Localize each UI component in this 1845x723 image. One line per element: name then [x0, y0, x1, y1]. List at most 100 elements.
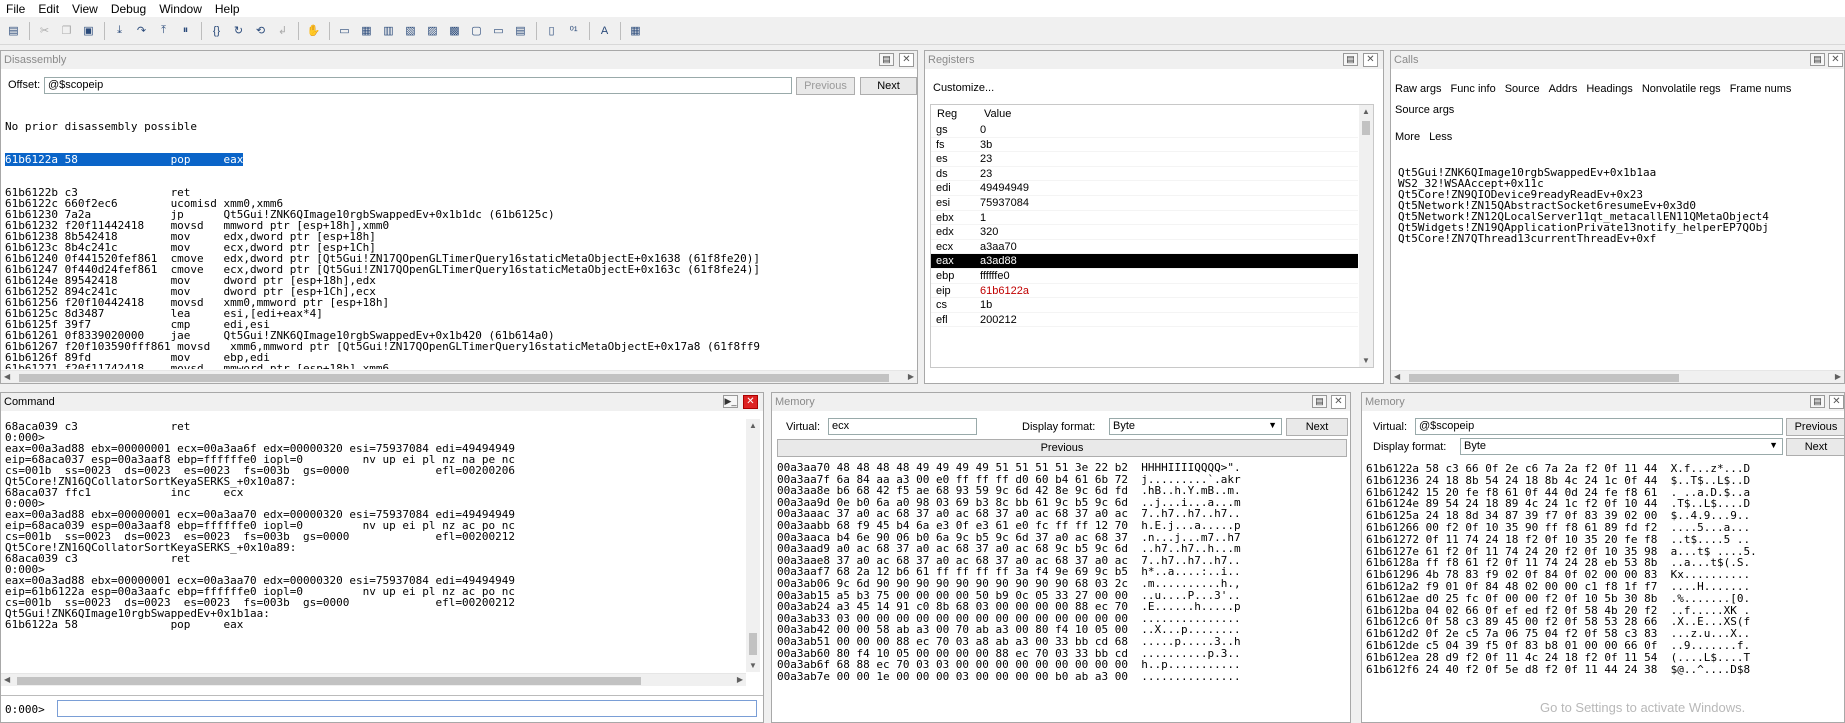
scroll-up-icon[interactable]: ▲ — [1362, 107, 1370, 116]
panel-options-icon[interactable]: ▤ — [1810, 53, 1825, 66]
registers-vscrollbar[interactable]: ▲ ▼ — [1359, 105, 1373, 367]
menu-debug[interactable]: Debug — [105, 2, 153, 16]
options-icon[interactable]: ▦ — [626, 21, 645, 40]
run-to-cursor-icon[interactable]: ↲ — [273, 21, 292, 40]
register-value[interactable]: 23 — [975, 152, 1358, 166]
register-value[interactable]: 1b — [975, 298, 1358, 312]
raw-args-button[interactable]: Raw args — [1395, 83, 1441, 95]
scroll-down-icon[interactable]: ▼ — [1362, 356, 1370, 365]
source-args-button[interactable]: Source args — [1395, 104, 1454, 116]
register-value[interactable]: 75937084 — [975, 196, 1358, 210]
panel-options-icon[interactable]: ▤ — [1343, 53, 1358, 66]
func-info-button[interactable]: Func info — [1450, 83, 1495, 95]
register-value[interactable]: 3b — [975, 138, 1358, 152]
restart-icon[interactable]: ↻ — [229, 21, 248, 40]
register-row-ebp[interactable]: ebp ffffffe0 — [931, 269, 1358, 284]
virtual-address-input[interactable]: @$scopeip — [1415, 418, 1783, 435]
addrs-button[interactable]: Addrs — [1549, 83, 1578, 95]
frame-nums-button[interactable]: Frame nums — [1730, 83, 1792, 95]
cut-icon[interactable]: ✂ — [35, 21, 54, 40]
copy-icon[interactable]: ❐ — [57, 21, 76, 40]
memory-dump[interactable]: 61b6122a 58 c3 66 0f 2e c6 7a 2a f2 0f 1… — [1366, 463, 1844, 721]
register-row-eax[interactable]: eax a3ad88 — [931, 254, 1358, 269]
source-button[interactable]: Source — [1505, 83, 1540, 95]
disassembly-icon[interactable]: ▢ — [467, 21, 486, 40]
previous-button[interactable]: Previous — [1786, 418, 1844, 436]
previous-button[interactable]: Previous — [777, 439, 1347, 457]
scroll-thumb[interactable] — [1409, 374, 1679, 382]
register-value[interactable]: a3ad88 — [975, 254, 1358, 268]
register-row-edx[interactable]: edx 320 — [931, 225, 1358, 240]
register-value[interactable]: ffffffe0 — [975, 269, 1358, 283]
scroll-thumb[interactable] — [1362, 121, 1370, 135]
panel-options-icon[interactable]: ▤ — [879, 53, 894, 66]
watch-icon[interactable]: ▦ — [357, 21, 376, 40]
register-value[interactable]: a3aa70 — [975, 240, 1358, 254]
scroll-right-icon[interactable]: ▶ — [737, 675, 743, 684]
offset-input[interactable]: @$scopeip — [44, 77, 792, 94]
memory-icon[interactable]: ▨ — [423, 21, 442, 40]
scroll-left-icon[interactable]: ◀ — [4, 372, 10, 381]
menu-file[interactable]: File — [0, 2, 32, 16]
menu-edit[interactable]: Edit — [32, 2, 66, 16]
close-icon[interactable]: ✕ — [1829, 395, 1844, 409]
virtual-address-input[interactable]: ecx — [828, 418, 977, 435]
display-format-select[interactable]: Byte ▼ — [1460, 438, 1783, 455]
scroll-right-icon[interactable]: ▶ — [1835, 372, 1841, 381]
close-icon[interactable]: ✕ — [1828, 53, 1843, 67]
registers-icon[interactable]: ▧ — [401, 21, 420, 40]
scroll-up-icon[interactable]: ▲ — [749, 421, 757, 430]
register-value[interactable]: 1 — [975, 211, 1358, 225]
previous-button[interactable]: Previous — [796, 77, 855, 95]
open-icon[interactable]: ▤ — [4, 21, 23, 40]
scroll-left-icon[interactable]: ◀ — [1394, 372, 1400, 381]
stop-icon[interactable]: ⟲ — [251, 21, 270, 40]
panel-options-icon[interactable]: ▶_ — [723, 395, 738, 408]
hex-mode-icon[interactable]: ⁰¹ — [564, 21, 583, 40]
register-row-ebx[interactable]: ebx 1 — [931, 211, 1358, 226]
command-input[interactable] — [57, 700, 757, 717]
next-button[interactable]: Next — [860, 77, 917, 95]
disassembly-hscrollbar[interactable]: ◀ ▶ — [1, 370, 917, 383]
register-value[interactable]: 200212 — [975, 313, 1358, 327]
current-instruction[interactable]: 61b6122a 58 pop eax — [5, 153, 915, 166]
paste-icon[interactable]: ▣ — [79, 21, 98, 40]
go-icon[interactable]: {} — [207, 21, 226, 40]
register-row-efl[interactable]: efl 200212 — [931, 313, 1358, 328]
step-out-icon[interactable]: ⤒ — [154, 21, 173, 40]
close-icon[interactable]: ✕ — [743, 395, 758, 409]
hand-icon[interactable]: ✋ — [304, 21, 323, 40]
font-icon[interactable]: A — [595, 21, 614, 40]
memory-dump[interactable]: 00a3aa70 48 48 48 48 49 49 49 49 51 51 5… — [777, 462, 1345, 722]
register-row-ecx[interactable]: ecx a3aa70 — [931, 240, 1358, 255]
break-icon[interactable]: ⏸ — [176, 21, 195, 40]
register-row-cs[interactable]: cs 1b — [931, 298, 1358, 313]
close-icon[interactable]: ✕ — [899, 53, 914, 67]
call-stack-icon[interactable]: ▩ — [445, 21, 464, 40]
locals-icon[interactable]: ▥ — [379, 21, 398, 40]
close-icon[interactable]: ✕ — [1363, 53, 1378, 67]
register-value[interactable]: 0 — [975, 123, 1358, 137]
less-button[interactable]: Less — [1429, 131, 1452, 143]
command-vscrollbar[interactable]: ▲ ▼ — [746, 419, 760, 672]
scroll-thumb[interactable] — [19, 374, 889, 382]
register-row-ds[interactable]: ds 23 — [931, 167, 1358, 182]
command-output[interactable]: 68aca039 c3 ret 0:000> eax=00a3ad88 ebx=00… — [5, 421, 745, 670]
register-row-esi[interactable]: esi 75937084 — [931, 196, 1358, 211]
register-row-es[interactable]: es 23 — [931, 152, 1358, 167]
call-stack-list[interactable]: Qt5Gui!ZNK6QImage10rgbSwappedEv+0x1b1aa W… — [1398, 167, 1842, 357]
next-button[interactable]: Next — [1786, 438, 1844, 456]
scroll-thumb[interactable] — [749, 633, 757, 655]
headings-button[interactable]: Headings — [1586, 83, 1632, 95]
menu-view[interactable]: View — [66, 2, 105, 16]
disassembly-listing[interactable]: No prior disassembly possible 61b6122a 5… — [5, 99, 915, 369]
register-row-eip[interactable]: eip 61b6122a — [931, 284, 1358, 299]
display-format-select[interactable]: Byte ▼ — [1109, 418, 1282, 435]
value-column-header[interactable]: Value — [982, 105, 1011, 123]
register-value[interactable]: 320 — [975, 225, 1358, 239]
register-value[interactable]: 61b6122a — [975, 284, 1358, 298]
register-row-edi[interactable]: edi 49494949 — [931, 181, 1358, 196]
register-row-gs[interactable]: gs 0 — [931, 123, 1358, 138]
menu-window[interactable]: Window — [153, 2, 209, 16]
scroll-left-icon[interactable]: ◀ — [4, 675, 10, 684]
